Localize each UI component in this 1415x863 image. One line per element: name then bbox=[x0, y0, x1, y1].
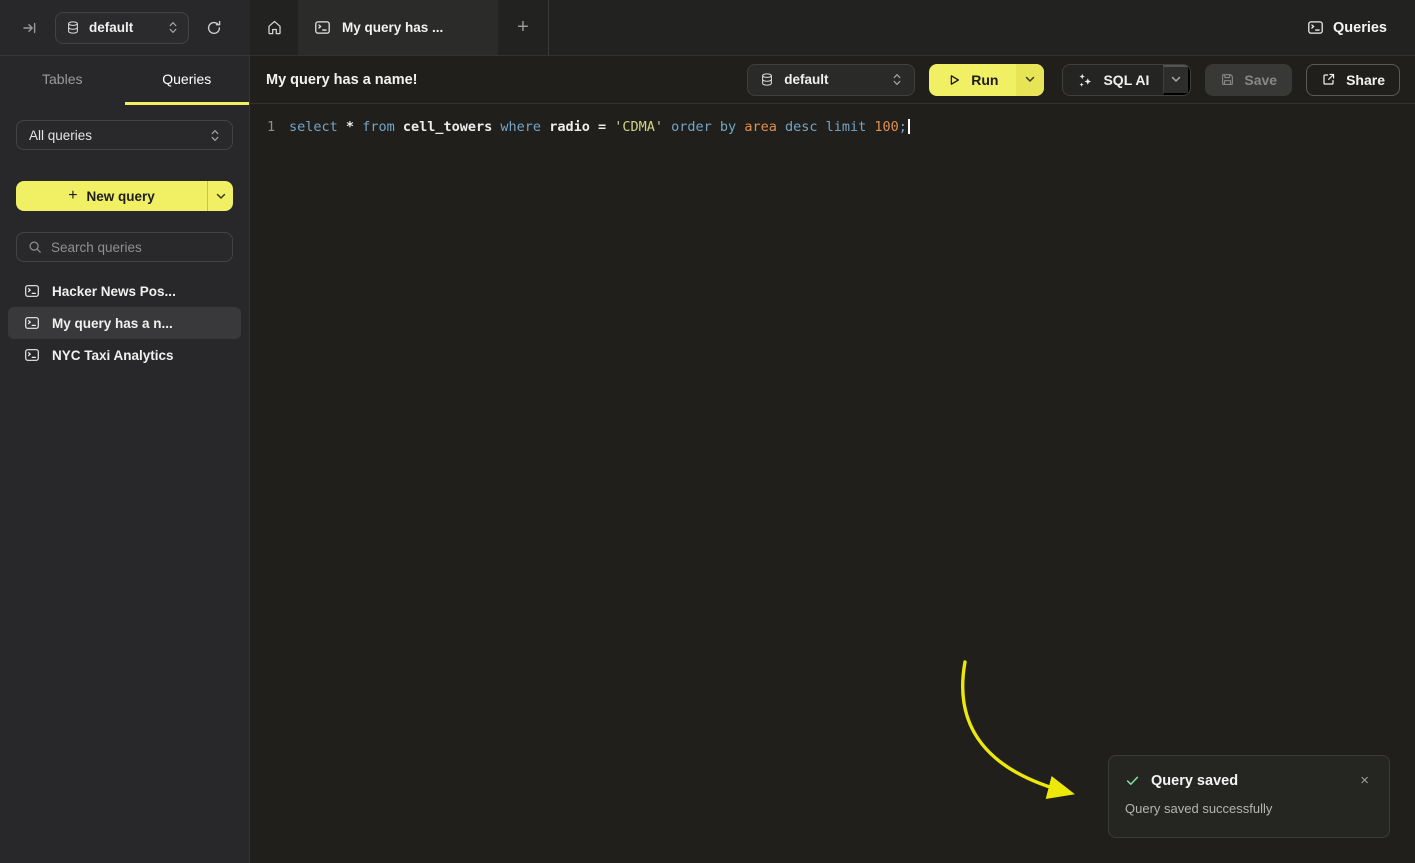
query-list-item-label: My query has a n... bbox=[52, 316, 173, 331]
share-label: Share bbox=[1346, 72, 1385, 88]
share-button[interactable]: Share bbox=[1306, 64, 1400, 96]
query-terminal-icon bbox=[24, 347, 40, 363]
save-label: Save bbox=[1244, 72, 1277, 88]
play-icon bbox=[947, 73, 961, 87]
query-terminal-icon bbox=[24, 315, 40, 331]
sql-ai-split-button: SQL AI bbox=[1062, 64, 1191, 96]
sparkles-icon bbox=[1077, 72, 1093, 88]
queries-panel-label: Queries bbox=[1333, 20, 1387, 36]
code-line: 1 select * from cell_towers where radio … bbox=[267, 119, 1415, 136]
database-selector-top-value: default bbox=[89, 20, 159, 35]
home-button[interactable] bbox=[250, 0, 298, 55]
query-terminal-icon bbox=[24, 283, 40, 299]
save-floppy-icon bbox=[1220, 72, 1235, 87]
query-list-item-label: Hacker News Pos... bbox=[52, 284, 176, 299]
chevron-updown-icon bbox=[168, 20, 178, 35]
toast-message: Query saved successfully bbox=[1125, 801, 1373, 816]
chevron-down-icon bbox=[216, 193, 226, 200]
line-number: 1 bbox=[267, 119, 289, 136]
top-bar: default My query has ... + bbox=[0, 0, 1415, 56]
code-tokens: select * from cell_towers where radio = … bbox=[289, 119, 907, 136]
chevron-down-icon bbox=[1025, 76, 1035, 83]
run-dropdown-button[interactable] bbox=[1016, 64, 1044, 96]
query-list-item[interactable]: NYC Taxi Analytics bbox=[8, 339, 241, 371]
database-icon bbox=[66, 20, 80, 35]
collapse-sidebar-button[interactable] bbox=[18, 16, 42, 40]
queries-panel-button[interactable]: Queries bbox=[1307, 0, 1415, 55]
search-queries-input[interactable] bbox=[51, 240, 228, 255]
share-external-icon bbox=[1321, 72, 1336, 87]
top-bar-spacer bbox=[549, 0, 1307, 55]
query-editor-panel: My query has a name! default Run bbox=[250, 56, 1415, 863]
query-terminal-icon bbox=[314, 19, 331, 36]
new-tab-button[interactable]: + bbox=[498, 0, 549, 55]
editor-toolbar: My query has a name! default Run bbox=[250, 56, 1415, 104]
save-button[interactable]: Save bbox=[1205, 64, 1292, 96]
search-queries-box bbox=[16, 232, 233, 262]
database-selector-top[interactable]: default bbox=[55, 12, 189, 44]
database-selector-editor[interactable]: default bbox=[747, 64, 915, 96]
sidebar-tab-queries[interactable]: Queries bbox=[125, 56, 250, 105]
query-filter-dropdown[interactable]: All queries bbox=[16, 120, 233, 150]
run-split-button: Run bbox=[929, 64, 1044, 96]
collapse-sidebar-icon bbox=[22, 20, 38, 36]
check-icon bbox=[1125, 773, 1140, 788]
search-icon bbox=[28, 240, 42, 254]
new-query-split-button: + New query bbox=[16, 181, 233, 211]
sql-ai-button[interactable]: SQL AI bbox=[1063, 65, 1163, 95]
sql-editor[interactable]: 1 select * from cell_towers where radio … bbox=[250, 104, 1415, 863]
query-list: Hacker News Pos... My query has a n... N… bbox=[8, 275, 241, 371]
refresh-button[interactable] bbox=[202, 16, 226, 40]
toast-title: Query saved bbox=[1151, 773, 1345, 789]
toast-close-button[interactable]: × bbox=[1356, 771, 1373, 790]
tab-my-query[interactable]: My query has ... bbox=[298, 0, 498, 55]
refresh-icon bbox=[206, 20, 222, 36]
new-query-button[interactable]: + New query bbox=[16, 181, 207, 211]
query-list-item-label: NYC Taxi Analytics bbox=[52, 348, 174, 363]
chevron-updown-icon bbox=[892, 72, 902, 87]
sidebar-tab-tables[interactable]: Tables bbox=[0, 56, 125, 105]
sql-ai-label: SQL AI bbox=[1103, 72, 1149, 88]
query-list-item[interactable]: Hacker News Pos... bbox=[8, 275, 241, 307]
query-title: My query has a name! bbox=[266, 72, 418, 88]
plus-icon: + bbox=[68, 187, 77, 205]
query-filter-value: All queries bbox=[29, 128, 210, 143]
toast-header: Query saved × bbox=[1125, 771, 1373, 790]
database-selector-editor-value: default bbox=[784, 72, 882, 87]
query-list-item[interactable]: My query has a n... bbox=[8, 307, 241, 339]
toast-query-saved: Query saved × Query saved successfully bbox=[1108, 755, 1390, 838]
tab-strip: My query has ... + Queries bbox=[250, 0, 1415, 56]
sidebar-tabs: Tables Queries bbox=[0, 56, 249, 105]
text-cursor bbox=[908, 119, 910, 134]
home-icon bbox=[266, 19, 283, 36]
run-button[interactable]: Run bbox=[929, 64, 1016, 96]
chevron-updown-icon bbox=[210, 128, 220, 143]
database-icon bbox=[760, 72, 774, 87]
chevron-down-icon bbox=[1171, 76, 1181, 83]
top-bar-left: default bbox=[0, 0, 250, 56]
sidebar: Tables Queries All queries + New query bbox=[0, 56, 250, 863]
query-terminal-icon bbox=[1307, 19, 1324, 36]
tab-label: My query has ... bbox=[342, 20, 443, 35]
sql-ai-dropdown-button[interactable] bbox=[1163, 65, 1190, 95]
new-query-label: New query bbox=[87, 189, 155, 204]
new-query-dropdown-button[interactable] bbox=[207, 181, 233, 211]
run-label: Run bbox=[971, 72, 998, 88]
